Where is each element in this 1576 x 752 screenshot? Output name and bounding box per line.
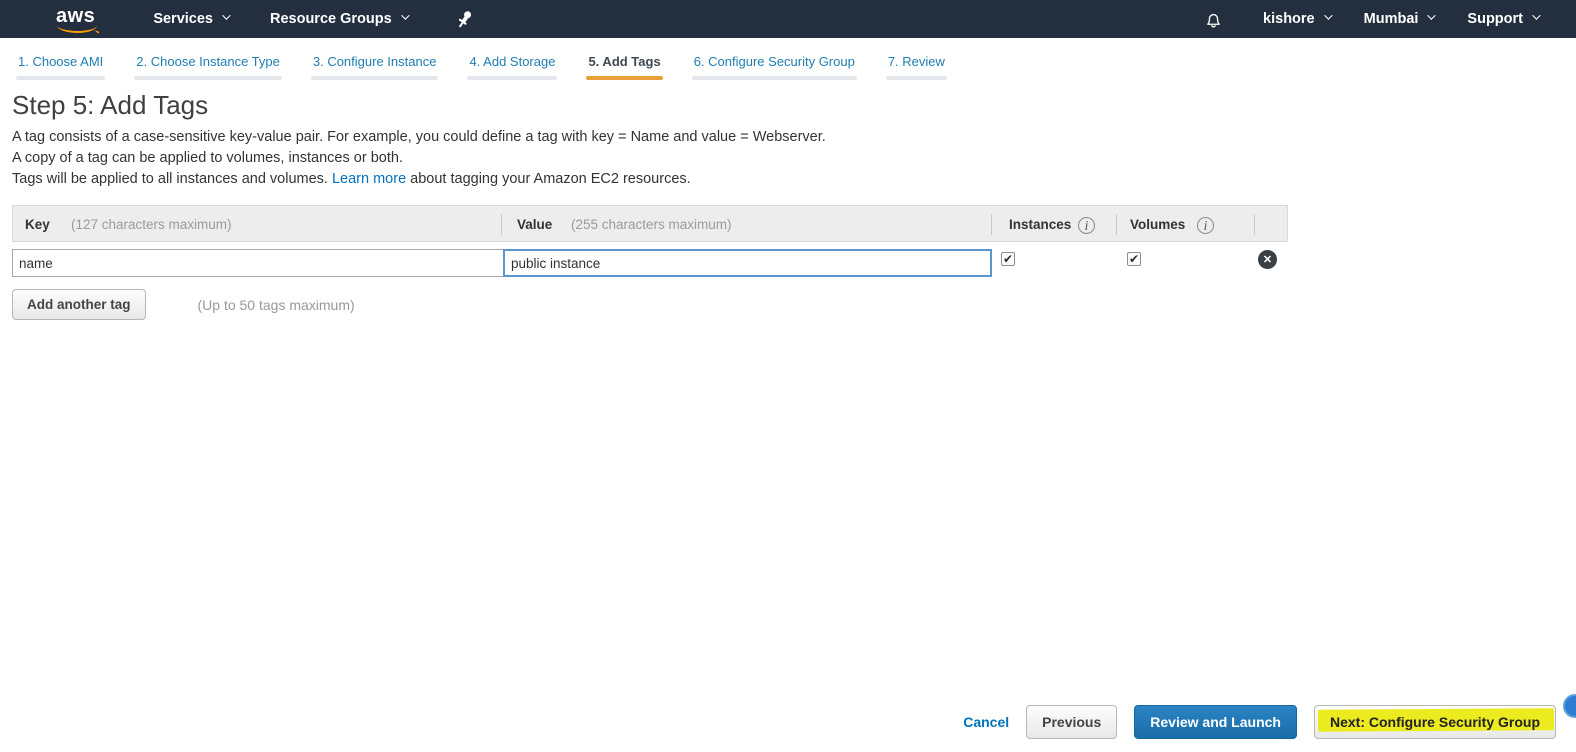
aws-logo[interactable]: aws bbox=[56, 5, 98, 34]
chevron-down-icon bbox=[1323, 11, 1333, 20]
tab-configure-instance[interactable]: 3. Configure Instance bbox=[310, 52, 439, 80]
tab-review[interactable]: 7. Review bbox=[885, 52, 947, 80]
column-divider bbox=[991, 214, 992, 235]
previous-button[interactable]: Previous bbox=[1026, 705, 1118, 739]
pin-icon[interactable] bbox=[451, 6, 476, 31]
key-column-hint: (127 characters maximum) bbox=[71, 217, 232, 232]
nav-user-label: kishore bbox=[1263, 11, 1315, 27]
nav-support-menu[interactable]: Support bbox=[1467, 11, 1541, 27]
next-configure-security-group-button[interactable]: Next: Configure Security Group bbox=[1313, 705, 1556, 739]
add-another-tag-button[interactable]: Add another tag bbox=[12, 289, 146, 320]
column-divider bbox=[1116, 214, 1117, 235]
tab-add-storage[interactable]: 4. Add Storage bbox=[467, 52, 558, 80]
top-nav-bar: aws Services Resource Groups kishore Mum… bbox=[0, 0, 1576, 38]
nav-region-label: Mumbai bbox=[1363, 11, 1419, 27]
partial-blue-badge bbox=[1563, 694, 1576, 718]
column-divider bbox=[501, 214, 502, 235]
page-title: Step 5: Add Tags bbox=[12, 90, 209, 120]
tab-configure-security-group[interactable]: 6. Configure Security Group bbox=[691, 52, 857, 80]
value-column-header: Value bbox=[517, 217, 553, 232]
column-divider bbox=[1254, 214, 1255, 235]
max-tags-hint: (Up to 50 tags maximum) bbox=[197, 296, 355, 313]
tab-choose-ami[interactable]: 1. Choose AMI bbox=[16, 52, 106, 80]
wizard-footer: Cancel Previous Review and Launch Next: … bbox=[963, 705, 1556, 739]
key-column-header: Key bbox=[25, 217, 50, 232]
description-line-1: A tag consists of a case-sensitive key-v… bbox=[12, 129, 826, 145]
nav-user-menu[interactable]: kishore bbox=[1263, 11, 1333, 27]
instances-info-icon[interactable] bbox=[1078, 217, 1095, 234]
tab-choose-instance-type[interactable]: 2. Choose Instance Type bbox=[134, 52, 282, 80]
cancel-link[interactable]: Cancel bbox=[963, 714, 1009, 730]
chevron-down-icon bbox=[1532, 11, 1541, 20]
tags-table-header: Key (127 characters maximum) Value (255 … bbox=[12, 205, 1288, 242]
chevron-down-icon bbox=[1427, 11, 1437, 20]
tag-row bbox=[12, 242, 1288, 284]
remove-tag-button[interactable] bbox=[1258, 250, 1277, 269]
description-line-3: Tags will be applied to all instances an… bbox=[12, 171, 691, 187]
tags-table: Key (127 characters maximum) Value (255 … bbox=[12, 205, 1288, 284]
tag-key-input[interactable] bbox=[12, 249, 504, 277]
nav-support-label: Support bbox=[1467, 11, 1523, 27]
aws-smile-icon bbox=[57, 24, 98, 33]
value-column-hint: (255 characters maximum) bbox=[571, 217, 732, 232]
instances-checkbox[interactable] bbox=[1001, 252, 1015, 266]
learn-more-link[interactable]: Learn more bbox=[332, 171, 406, 187]
nav-resource-groups-label: Resource Groups bbox=[269, 11, 392, 27]
chevron-down-icon bbox=[222, 11, 231, 20]
nav-services-label: Services bbox=[153, 11, 213, 27]
nav-services-menu[interactable]: Services bbox=[153, 11, 231, 27]
nav-resource-groups-menu[interactable]: Resource Groups bbox=[269, 11, 410, 27]
tag-value-input[interactable] bbox=[503, 249, 992, 277]
instances-column-header: Instances bbox=[1009, 217, 1072, 232]
description-line-2: A copy of a tag can be applied to volume… bbox=[12, 150, 403, 166]
nav-region-menu[interactable]: Mumbai bbox=[1363, 11, 1437, 27]
wizard-step-tabs: 1. Choose AMI 2. Choose Instance Type 3.… bbox=[0, 38, 1576, 80]
tab-add-tags[interactable]: 5. Add Tags bbox=[586, 52, 663, 80]
notifications-bell-icon[interactable] bbox=[1204, 10, 1223, 29]
chevron-down-icon bbox=[400, 11, 410, 20]
volumes-info-icon[interactable] bbox=[1197, 217, 1214, 234]
volumes-column-header: Volumes bbox=[1130, 217, 1186, 232]
volumes-checkbox[interactable] bbox=[1127, 252, 1141, 266]
review-and-launch-button[interactable]: Review and Launch bbox=[1134, 705, 1297, 739]
